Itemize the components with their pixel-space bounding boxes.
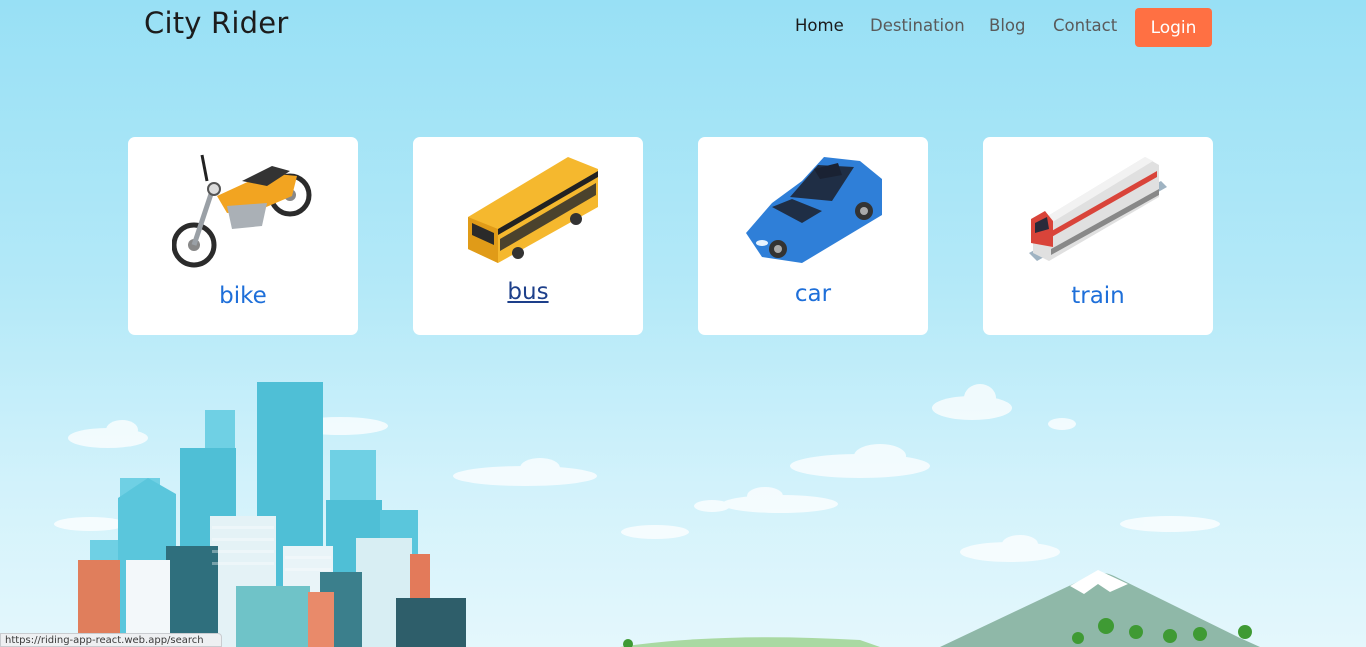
bus-icon (468, 157, 598, 263)
vehicle-label-bus[interactable]: bus (413, 279, 643, 305)
city-scenery-illustration (54, 382, 1260, 647)
train-icon (1029, 157, 1167, 261)
nav-contact[interactable]: Contact (1053, 16, 1117, 35)
nav-blog[interactable]: Blog (989, 16, 1025, 35)
vehicle-label-car[interactable]: car (698, 281, 928, 307)
login-button[interactable]: Login (1135, 8, 1212, 47)
vehicle-card-bike[interactable]: bike (128, 137, 358, 335)
vehicle-label-bike[interactable]: bike (128, 283, 358, 309)
vehicle-card-train[interactable]: train (983, 137, 1213, 335)
car-icon (746, 157, 882, 263)
browser-status-bar: https://riding-app-react.web.app/search (0, 633, 222, 647)
site-brand[interactable]: City Rider (144, 6, 288, 40)
nav-home[interactable]: Home (795, 16, 844, 35)
vehicle-label-train[interactable]: train (983, 283, 1213, 309)
nav-destination[interactable]: Destination (870, 16, 965, 35)
vehicle-card-car[interactable]: car (698, 137, 928, 335)
motorbike-icon (172, 154, 312, 268)
vehicle-card-bus[interactable]: bus (413, 137, 643, 335)
